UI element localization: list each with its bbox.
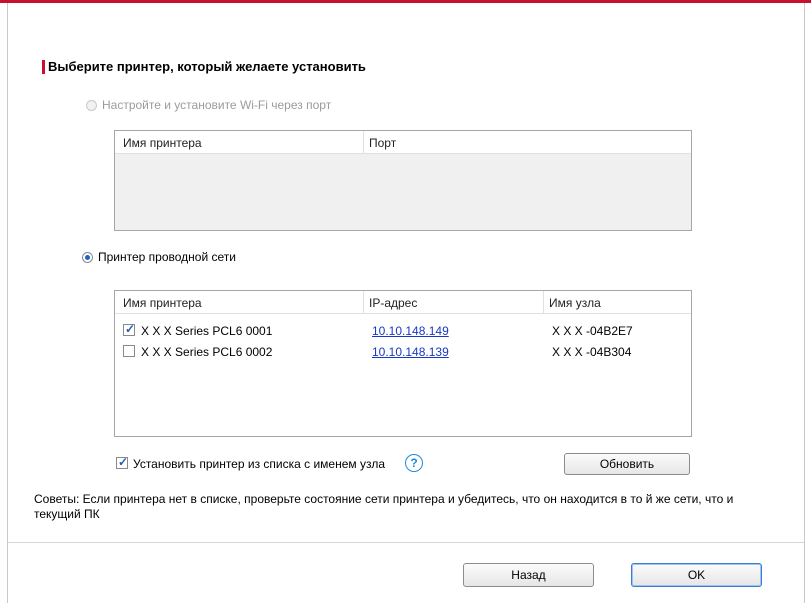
wifi-table-header: Имя принтера Порт bbox=[115, 131, 691, 154]
wired-col-printer-name[interactable]: Имя принтера bbox=[123, 296, 202, 310]
row-hostname: X X X -04B304 bbox=[552, 345, 632, 359]
wifi-option-label: Настройте и установите Wi-Fi через порт bbox=[102, 98, 332, 112]
install-by-hostname-label[interactable]: Установить принтер из списка с именем уз… bbox=[133, 457, 385, 471]
top-accent-bar bbox=[0, 0, 811, 3]
footer-divider bbox=[8, 542, 804, 543]
wired-col-separator bbox=[543, 291, 544, 313]
row-checkbox[interactable] bbox=[123, 345, 135, 357]
row-printer-name: X X X Series PCL6 0001 bbox=[141, 324, 273, 338]
table-row[interactable]: X X X Series PCL6 0001 10.10.148.149 X X… bbox=[115, 321, 691, 341]
tips-text: Советы: Если принтера нет в списке, пров… bbox=[34, 492, 734, 521]
row-ip-link[interactable]: 10.10.148.149 bbox=[372, 324, 449, 338]
back-button[interactable]: Назад bbox=[463, 563, 594, 587]
wired-col-separator bbox=[363, 291, 364, 313]
wifi-radio[interactable] bbox=[86, 99, 97, 111]
wifi-col-printer-name[interactable]: Имя принтера bbox=[123, 136, 202, 150]
ok-button[interactable]: OK bbox=[631, 563, 762, 587]
right-window-border bbox=[804, 3, 805, 603]
help-icon[interactable]: ? bbox=[405, 454, 423, 472]
wifi-col-port[interactable]: Порт bbox=[369, 136, 396, 150]
wifi-option[interactable]: Настройте и установите Wi-Fi через порт bbox=[86, 98, 331, 112]
refresh-button[interactable]: Обновить bbox=[564, 453, 690, 475]
row-ip-link[interactable]: 10.10.148.139 bbox=[372, 345, 449, 359]
wired-col-hostname[interactable]: Имя узла bbox=[549, 296, 601, 310]
wired-col-ip[interactable]: IP-адрес bbox=[369, 296, 417, 310]
page-heading: Выберите принтер, который желаете устано… bbox=[48, 59, 366, 74]
wired-option-label: Принтер проводной сети bbox=[98, 250, 236, 264]
wired-option[interactable]: Принтер проводной сети bbox=[82, 250, 236, 264]
wifi-col-separator bbox=[363, 131, 364, 153]
wired-radio[interactable] bbox=[82, 251, 93, 263]
wifi-printer-table: Имя принтера Порт bbox=[114, 130, 692, 231]
wired-table-header: Имя принтера IP-адрес Имя узла bbox=[115, 291, 691, 314]
row-checkbox[interactable] bbox=[123, 322, 135, 336]
heading-accent-mark bbox=[42, 60, 45, 74]
left-window-border bbox=[7, 3, 8, 603]
wired-printer-table: Имя принтера IP-адрес Имя узла X X X Ser… bbox=[114, 290, 692, 437]
install-by-hostname-checkbox[interactable] bbox=[116, 455, 128, 469]
table-row[interactable]: X X X Series PCL6 0002 10.10.148.139 X X… bbox=[115, 342, 691, 362]
row-hostname: X X X -04B2E7 bbox=[552, 324, 633, 338]
row-printer-name: X X X Series PCL6 0002 bbox=[141, 345, 273, 359]
